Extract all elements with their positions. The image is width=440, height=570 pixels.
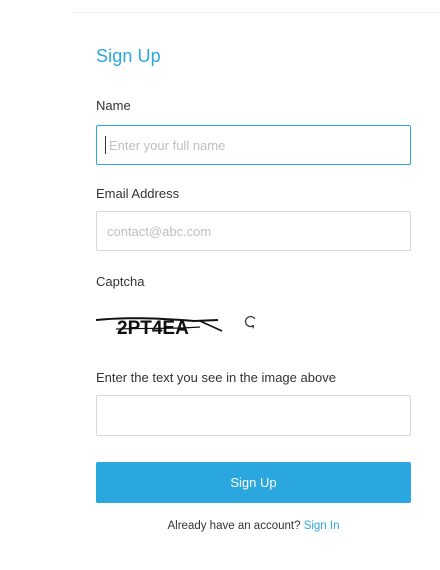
captcha-label: Captcha xyxy=(96,274,145,289)
email-input[interactable] xyxy=(96,211,411,251)
name-label: Name xyxy=(96,98,131,113)
sign-in-link[interactable]: Sign In xyxy=(304,520,340,532)
email-label: Email Address xyxy=(96,186,180,201)
signin-prompt-text: Already have an account? xyxy=(167,520,301,532)
captcha-prompt-label: Enter the text you see in the image abov… xyxy=(96,370,336,385)
text-caret xyxy=(105,136,106,154)
refresh-icon[interactable] xyxy=(242,314,258,332)
captcha-input[interactable] xyxy=(96,395,411,436)
form-title: Sign Up xyxy=(96,46,161,66)
name-field-wrapper xyxy=(96,125,411,165)
name-input[interactable] xyxy=(96,125,411,165)
signin-prompt: Already have an account? Sign In xyxy=(96,520,411,532)
top-divider xyxy=(72,12,440,13)
captcha-image: 2PT4EA xyxy=(96,317,223,339)
sign-up-button[interactable]: Sign Up xyxy=(96,462,411,503)
